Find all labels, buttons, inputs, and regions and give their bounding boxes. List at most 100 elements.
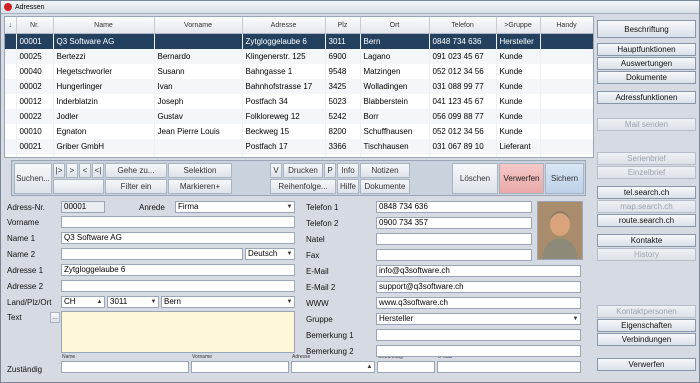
selection-button[interactable]: Selektion xyxy=(168,163,232,178)
search-button[interactable]: Suchen... xyxy=(14,163,52,194)
row-selector[interactable] xyxy=(5,124,17,139)
chevron-down-icon[interactable]: ▼ xyxy=(149,297,158,307)
serial-letter-button[interactable]: Serienbrief xyxy=(597,152,696,165)
addr1-field[interactable]: Zytgloggelaube 6 xyxy=(61,264,295,276)
col-header-handy[interactable]: Handy xyxy=(540,17,593,34)
sort-indicator-icon[interactable]: ↓ xyxy=(5,17,17,34)
table-row[interactable]: 00021 Griber GmbH Postfach 17 3366 Tischhaus… xyxy=(5,139,593,154)
row-selector[interactable] xyxy=(5,49,17,64)
route-search-button[interactable]: route.search.ch xyxy=(597,214,696,227)
chevron-down-icon[interactable]: ▲ xyxy=(95,297,104,307)
group-select[interactable]: Hersteller ▼ xyxy=(376,313,581,325)
resp-first-field[interactable] xyxy=(191,361,289,373)
links-button[interactable]: Verbindungen xyxy=(597,333,696,346)
p-button[interactable]: P xyxy=(324,163,336,178)
documents-panel-button[interactable]: Dokumente xyxy=(597,71,696,84)
col-header-gruppe[interactable]: >Gruppe xyxy=(496,17,541,34)
single-letter-button[interactable]: Einzelbrief xyxy=(597,166,696,179)
goto-button[interactable]: Gehe zu... xyxy=(105,163,167,178)
notes-button[interactable]: Notizen xyxy=(360,163,410,178)
chevron-down-icon[interactable]: ▲ xyxy=(365,362,374,372)
nav-last-button[interactable]: <| xyxy=(92,163,104,178)
chevron-down-icon[interactable]: ▼ xyxy=(285,297,294,307)
address-functions-button[interactable]: Adressfunktionen xyxy=(597,91,696,104)
history-button[interactable]: History xyxy=(597,248,696,261)
help-button[interactable]: Hilfe xyxy=(337,179,359,194)
evaluations-button[interactable]: Auswertungen xyxy=(597,57,696,70)
text-more-button[interactable]: ... xyxy=(50,312,60,323)
col-header-adresse[interactable]: Adresse xyxy=(242,17,326,34)
col-header-vorname[interactable]: Vorname xyxy=(154,17,243,34)
print-button[interactable]: Drucken xyxy=(283,163,323,178)
table-row[interactable]: 00001 Q3 Software AG Zytgloggelaube 6 3011 B… xyxy=(5,33,593,49)
discard-button[interactable]: Verwerfen xyxy=(499,163,544,194)
resp-bday-field[interactable] xyxy=(377,361,435,373)
row-selector[interactable] xyxy=(5,154,17,157)
email2-field[interactable]: support@q3software.ch xyxy=(376,281,581,293)
nr-field[interactable]: 00001 xyxy=(61,201,105,213)
save-button[interactable]: Sichern xyxy=(545,163,584,194)
remark1-field[interactable] xyxy=(376,329,581,341)
main-functions-button[interactable]: Hauptfunktionen xyxy=(597,43,696,56)
panel-discard-button[interactable]: Verwerfen xyxy=(597,358,696,371)
language-select[interactable]: Deutsch ▼ xyxy=(245,248,295,260)
row-selector[interactable] xyxy=(5,33,17,49)
resp-email-field[interactable] xyxy=(437,361,581,373)
v-button[interactable]: V xyxy=(270,163,282,178)
documents-button[interactable]: Dokumente xyxy=(360,179,410,194)
map-search-button[interactable]: map.search.ch xyxy=(597,200,696,213)
delete-button[interactable]: Löschen xyxy=(452,163,498,194)
col-header-plz[interactable]: Plz xyxy=(325,17,361,34)
www-field[interactable]: www.q3software.ch xyxy=(376,297,581,309)
chevron-down-icon[interactable]: ▼ xyxy=(285,202,294,212)
table-row[interactable]: 00004Hegentobler SA Postfach 7391149Benze… xyxy=(5,154,593,157)
fax-field[interactable] xyxy=(376,249,532,261)
tel1-field[interactable]: 0848 734 636 xyxy=(376,201,532,213)
chevron-down-icon[interactable]: ▼ xyxy=(571,314,580,324)
remark2-field[interactable] xyxy=(376,345,581,357)
row-selector[interactable] xyxy=(5,109,17,124)
order-button[interactable]: Reihenfolge... xyxy=(270,179,336,194)
filter-button[interactable]: Filter ein xyxy=(105,179,167,194)
col-header-telefon[interactable]: Telefon xyxy=(429,17,497,34)
table-row[interactable]: 00010 Egnaton Jean Pierre Louis Beckweg 15 8… xyxy=(5,124,593,139)
tel2-field[interactable]: 0900 734 357 xyxy=(376,217,532,229)
row-selector[interactable] xyxy=(5,139,17,154)
resp-addr-field[interactable]: ▲ xyxy=(291,361,375,373)
table-row[interactable]: 00012 Inderblatzin Joseph Postfach 34 5023 Bl… xyxy=(5,94,593,109)
labeling-button[interactable]: Beschriftung xyxy=(597,20,696,38)
table-row[interactable]: 00022 Jodler Gustav Folkloreweg 12 5242 Borr 0… xyxy=(5,109,593,124)
zip-select[interactable]: 3011 ▼ xyxy=(107,296,159,308)
city-select[interactable]: Bern ▼ xyxy=(161,296,295,308)
email-field[interactable]: info@q3software.ch xyxy=(376,265,581,277)
text-area[interactable] xyxy=(61,311,295,353)
chevron-down-icon[interactable]: ▼ xyxy=(285,249,294,259)
tel-search-button[interactable]: tel.search.ch xyxy=(597,186,696,199)
send-mail-button[interactable]: Mail senden xyxy=(597,118,696,131)
info-button[interactable]: Info xyxy=(337,163,359,178)
natel-field[interactable] xyxy=(376,233,532,245)
col-header-name[interactable]: Name xyxy=(53,17,155,34)
table-row[interactable]: 00025 Bertezzi Bernardo Klingenerstr. 125 69… xyxy=(5,49,593,64)
properties-button[interactable]: Eigenschaften xyxy=(597,319,696,332)
salutation-select[interactable]: Firma ▼ xyxy=(175,201,295,213)
col-header-nr[interactable]: Nr. xyxy=(16,17,54,34)
contact-persons-button[interactable]: Kontaktpersonen xyxy=(597,305,696,318)
country-select[interactable]: CH ▲ xyxy=(61,296,105,308)
col-header-ort[interactable]: Ort xyxy=(360,17,430,34)
table-row[interactable]: 00002 Hungerlinger Ivan Bahnhofstrasse 17 34… xyxy=(5,79,593,94)
table-row[interactable]: 00040 Hegetschworler Susann Bahngasse 1 9548… xyxy=(5,64,593,79)
row-selector[interactable] xyxy=(5,79,17,94)
contacts-button[interactable]: Kontakte xyxy=(597,234,696,247)
row-selector[interactable] xyxy=(5,94,17,109)
mark-button[interactable]: Markieren+ xyxy=(168,179,232,194)
resp-name-field[interactable] xyxy=(61,361,189,373)
nav-prev-button[interactable]: < xyxy=(79,163,91,178)
name1-field[interactable]: Q3 Software AG xyxy=(61,232,295,244)
name2-field[interactable] xyxy=(61,248,243,260)
firstname-field[interactable] xyxy=(61,216,295,228)
addr2-field[interactable] xyxy=(61,280,295,292)
nav-first-button[interactable]: |> xyxy=(53,163,65,178)
row-selector[interactable] xyxy=(5,64,17,79)
nav-next-button[interactable]: > xyxy=(66,163,78,178)
